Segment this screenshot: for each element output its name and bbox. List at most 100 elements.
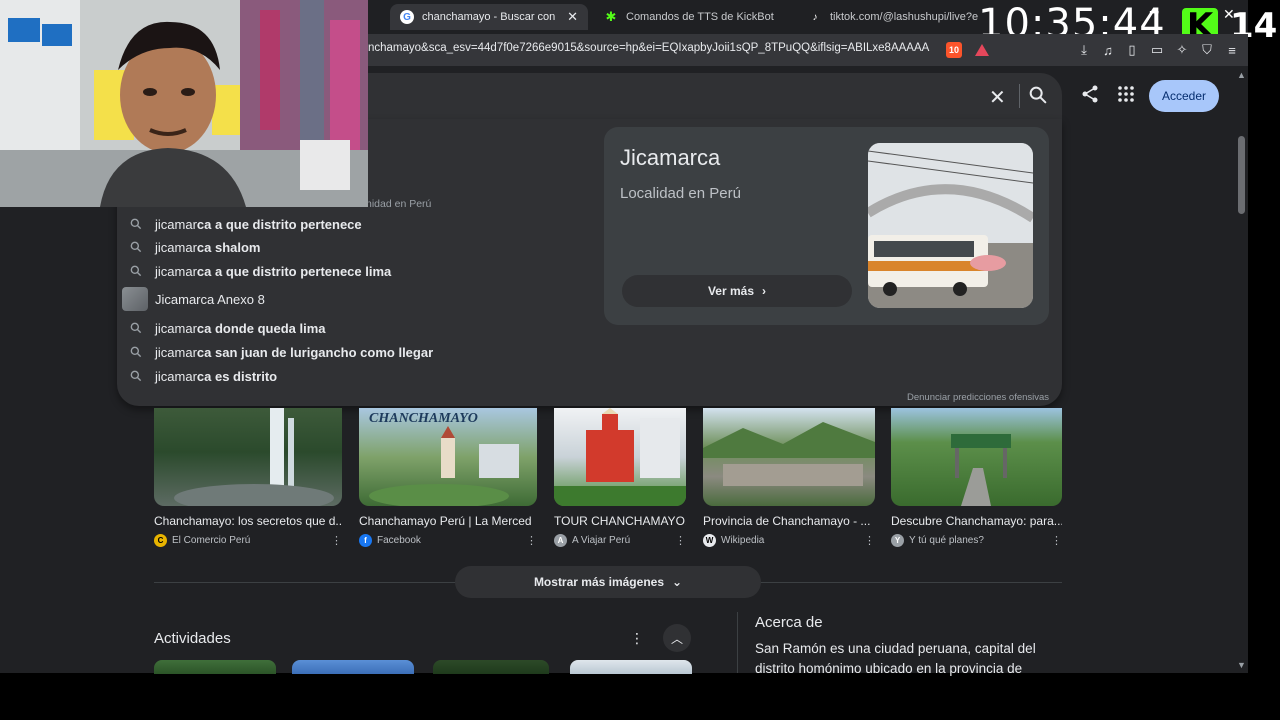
more-options-icon[interactable]: ⋮	[630, 630, 644, 647]
apps-grid-icon[interactable]	[1117, 85, 1135, 108]
image-source[interactable]: C El Comercio Perú ⋮	[154, 534, 342, 547]
suggestion-item[interactable]: jicamarca a que distrito pertenece lima	[129, 259, 391, 283]
close-tab-icon[interactable]: ✕	[567, 9, 578, 25]
suggestion-prefix: jicamar	[155, 263, 197, 279]
source-name: Facebook	[377, 535, 421, 546]
search-icon	[130, 322, 142, 334]
suggestion-prefix: jicamar	[155, 344, 197, 360]
source-name: Y tú qué planes?	[909, 535, 984, 546]
search-icon	[130, 370, 142, 382]
wallet-icon[interactable]: ▭	[1149, 42, 1165, 58]
vpn-icon[interactable]: ⛉	[1199, 42, 1215, 58]
see-more-button[interactable]: Ver más ›	[622, 275, 852, 307]
webcam-overlay	[0, 0, 368, 207]
image-source[interactable]: W Wikipedia ⋮	[703, 534, 875, 547]
search-divider	[1019, 84, 1020, 108]
share-icon[interactable]	[1081, 85, 1099, 108]
search-icon[interactable]	[1027, 84, 1049, 106]
image-caption: Chanchamayo Perú | La Merced	[359, 514, 532, 528]
chevron-right-icon: ›	[762, 284, 767, 298]
url-field[interactable]: nchamayo&sca_esv=44d7f0e7266e9015&source…	[368, 42, 930, 54]
suggestion-prefix: jicamar	[155, 239, 197, 255]
suggestion-item[interactable]: jicamarca a que distrito pertenece	[129, 212, 362, 236]
download-icon[interactable]: ⤓	[1076, 42, 1092, 58]
tab-kickbot[interactable]: ✱ Comandos de TTS de KickBot	[594, 4, 790, 30]
more-options-icon[interactable]: ⋮	[1051, 534, 1062, 547]
suggestion-item[interactable]: jicamarca donde queda lima	[129, 316, 326, 340]
activity-thumbnail[interactable]	[154, 660, 276, 674]
show-more-images-label: Mostrar más imágenes	[533, 575, 664, 589]
image-source[interactable]: f Facebook ⋮	[359, 534, 537, 547]
menu-icon[interactable]: ≡	[1224, 42, 1240, 58]
sign-in-button[interactable]: Acceder	[1149, 80, 1219, 112]
suggestion-prefix: jicamar	[155, 320, 197, 336]
activity-thumbnail[interactable]	[570, 660, 692, 674]
more-options-icon[interactable]: ⋮	[675, 534, 686, 547]
more-options-icon[interactable]: ⋮	[331, 534, 342, 547]
a-viajar-peru-icon: A	[554, 534, 567, 547]
suggestion-item[interactable]: Jicamarca Anexo 8	[122, 287, 265, 311]
column-divider	[737, 612, 738, 673]
image-source[interactable]: Y Y tú qué planes? ⋮	[891, 534, 1062, 547]
suggestion-thumbnail	[122, 287, 148, 311]
about-heading: Acerca de	[755, 614, 823, 631]
entity-title: Jicamarca	[620, 145, 721, 170]
scrollbar-thumb[interactable]	[1238, 136, 1245, 214]
image-result[interactable]: Provincia de Chanchamayo - ... W Wikipedi…	[703, 408, 875, 547]
suggestion-item[interactable]: jicamarca san juan de lurigancho como ll…	[129, 340, 433, 364]
image-caption: Provincia de Chanchamayo - ...	[703, 514, 871, 528]
image-result[interactable]: TOUR CHANCHAMAYO... A A Viajar Perú ⋮	[554, 408, 686, 547]
google-icon: G	[400, 10, 414, 24]
leo-ai-icon[interactable]: ✧	[1174, 42, 1190, 58]
suggestion-item[interactable]: jicamarca shalom	[129, 235, 261, 259]
entity-preview-card: Jicamarca Localidad en Perú Ver más ›	[604, 127, 1049, 325]
search-icon	[130, 218, 142, 230]
activity-thumbnail[interactable]	[433, 660, 549, 674]
image-result[interactable]: Chanchamayo: los secretos que d... C El C…	[154, 408, 342, 547]
image-result[interactable]: Descubre Chanchamayo: para... Y Y tú qué …	[891, 408, 1062, 547]
more-options-icon[interactable]: ⋮	[864, 534, 875, 547]
suggestion-completion: ca a que distrito pertenece lima	[196, 263, 392, 279]
facebook-icon: f	[359, 534, 372, 547]
scroll-up-icon[interactable]: ▲	[1237, 70, 1246, 80]
brave-shields-icon[interactable]: 10	[946, 42, 962, 58]
tiktok-icon: ♪	[812, 11, 818, 23]
image-thumbnail: CHANCHAMAYO	[359, 408, 537, 506]
image-thumbnail	[554, 408, 686, 506]
suggestion-completion: ca san juan de lurigancho como llegar	[196, 344, 434, 360]
tab-title: chanchamayo - Buscar con Goog	[422, 11, 556, 23]
minimize-icon[interactable]: ━	[1150, 4, 1158, 21]
suggestion-prefix: jicamar	[155, 368, 197, 384]
media-icon[interactable]: ♫	[1100, 42, 1116, 58]
image-result[interactable]: CHANCHAMAYO Chanchamayo Perú | La Merced…	[359, 408, 537, 547]
see-more-label: Ver más	[707, 284, 755, 298]
source-name: El Comercio Perú	[172, 535, 251, 546]
more-options-icon[interactable]: ⋮	[526, 534, 537, 547]
image-source[interactable]: A A Viajar Perú ⋮	[554, 534, 686, 547]
source-name: Wikipedia	[721, 535, 765, 546]
collapse-button[interactable]: ︿	[663, 624, 691, 652]
clear-search-icon[interactable]: ✕	[989, 85, 1006, 110]
tab-tiktok[interactable]: ♪ tiktok.com/@lashushupi/live?enter	[798, 4, 979, 30]
image-caption: TOUR CHANCHAMAYO...	[554, 514, 686, 528]
entity-photo	[868, 143, 1033, 308]
tab-google-search[interactable]: G chanchamayo - Buscar con Goog ✕	[390, 4, 588, 30]
scroll-down-icon[interactable]: ▼	[1237, 660, 1246, 670]
brave-rewards-icon[interactable]	[974, 42, 990, 58]
suggestion-item[interactable]: jicamarca es distrito	[129, 364, 277, 388]
source-name: A Viajar Perú	[572, 535, 631, 546]
search-icon	[130, 241, 142, 253]
sidebar-icon[interactable]: ▯	[1124, 42, 1140, 58]
report-predictions-link[interactable]: Denunciar predicciones ofensivas	[907, 392, 1049, 403]
search-icon	[130, 265, 142, 277]
image-thumbnail	[703, 408, 875, 506]
wikipedia-icon: W	[703, 534, 716, 547]
activity-thumbnail[interactable]	[292, 660, 414, 674]
image-caption: Descubre Chanchamayo: para...	[891, 514, 1062, 528]
kickbot-icon: ✱	[605, 9, 617, 24]
search-icon	[130, 346, 142, 358]
show-more-images-button[interactable]: Mostrar más imágenes ⌄	[455, 566, 761, 598]
suggestion-prefix: jicamar	[155, 216, 197, 232]
tab-title: Comandos de TTS de KickBot	[626, 11, 774, 23]
chevron-up-icon: ︿	[670, 631, 683, 646]
